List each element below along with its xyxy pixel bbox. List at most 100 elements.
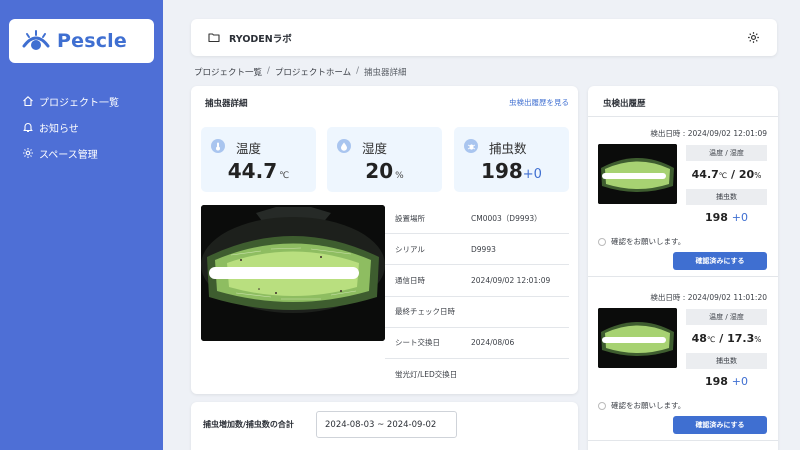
metric-value: 20% (327, 159, 442, 183)
trap-detail-card: 捕虫器詳細 虫検出履歴を見る 温度 44.7 ℃ 湿度 20% 捕虫数 198+0 (191, 86, 578, 394)
detection-history-card: 虫検出履歴 検出日時 : 2024/09/02 12:01:09 温度 / 湿度… (588, 86, 778, 450)
metric-label: 湿度 (362, 141, 388, 156)
history-camera-image[interactable] (598, 308, 677, 368)
temp-humidity-value: 48℃ / 17.3% (686, 332, 767, 345)
detection-timestamp: 検出日時 : 2024/09/02 11:01:20 (650, 293, 767, 302)
logo-text: Pescle (57, 30, 127, 52)
status-circle-icon (598, 401, 606, 410)
breadcrumb-current: 捕虫器詳細 (364, 68, 407, 78)
droplet-icon (337, 139, 351, 153)
history-item: 検出日時 : 2024/09/02 11:01:20 温度 / 湿度 48℃ /… (588, 281, 778, 441)
divider (588, 276, 778, 277)
metric-label: 捕虫数 (489, 141, 527, 156)
top-header: RYODENラボ (191, 19, 777, 56)
value-separator: / (727, 168, 739, 181)
info-row-comm-time: 通信日時 2024/09/02 12:01:09 (385, 265, 569, 297)
logo[interactable]: Pescle (9, 19, 154, 63)
history-title: 虫検出履歴 (603, 99, 646, 109)
project-title: RYODENラボ (229, 33, 292, 45)
insect-count-metric: 捕虫数 198+0 (454, 127, 569, 192)
count-delta: +0 (731, 375, 749, 388)
info-row-location: 設置場所 CM0003（D9993） (385, 203, 569, 235)
check-text: 確認をお願いします。 (611, 401, 686, 410)
info-key: 蛍光灯/LED交換日 (395, 370, 458, 380)
sidebar-item-label: プロジェクト一覧 (39, 97, 119, 109)
info-key: 通信日時 (395, 275, 425, 285)
count-delta: +0 (731, 211, 749, 224)
temp-humidity-label: 温度 / 湿度 (686, 309, 767, 325)
info-key: シリアル (395, 244, 425, 254)
breadcrumb-separator: / (356, 66, 360, 76)
card-title: 捕虫器詳細 (205, 99, 248, 109)
temp-unit: ℃ (718, 171, 728, 180)
metric-unit: ℃ (279, 171, 290, 181)
metric-label: 温度 (236, 141, 262, 156)
info-row-last-check: 最終チェック日時 (385, 297, 569, 328)
temperature-value: 44.7 (227, 159, 278, 183)
insect-summary-card: 捕虫増加数/捕虫数の合計 (191, 402, 578, 450)
count-number: 198 (704, 375, 728, 388)
sidebar-item-projects[interactable]: プロジェクト一覧 (22, 88, 119, 114)
check-status: 確認をお願いします。 (598, 236, 685, 247)
info-row-sheet-change: シート交換日 2024/08/06 (385, 328, 569, 359)
temperature-metric: 温度 44.7 ℃ (201, 127, 316, 192)
count-value: 198 (481, 159, 523, 183)
info-row-lamp-change: 蛍光灯/LED交換日 (385, 359, 569, 390)
gear-icon (23, 148, 33, 158)
info-value: CM0003（D9993） (471, 213, 542, 223)
count-value: 198 +0 (686, 211, 767, 224)
check-status: 確認をお願いします。 (598, 400, 685, 411)
eye-logo-icon (22, 30, 50, 50)
detection-timestamp: 検出日時 : 2024/09/02 12:01:09 (650, 129, 767, 138)
value-separator: / (715, 332, 728, 345)
thermometer-icon (211, 139, 225, 153)
status-circle-icon (598, 237, 606, 246)
temp-value: 48 (691, 332, 707, 345)
confirm-button[interactable]: 確認済みにする (673, 252, 767, 270)
date-range-input[interactable] (316, 411, 457, 438)
metric-value: 198+0 (454, 159, 569, 183)
temp-humidity-label: 温度 / 湿度 (686, 145, 767, 161)
humidity-unit: % (754, 335, 762, 344)
history-camera-image[interactable] (598, 144, 677, 204)
humidity-value: 17.3 (727, 332, 755, 345)
count-value: 198 +0 (686, 375, 767, 388)
bug-icon (464, 139, 478, 153)
sidebar-item-label: スペース管理 (39, 149, 98, 161)
trap-camera-image[interactable] (201, 205, 385, 341)
count-label: 捕虫数 (686, 189, 767, 205)
breadcrumb-project-home[interactable]: プロジェクトホーム (275, 66, 351, 78)
humidity-value: 20 (365, 159, 394, 183)
info-value: 2024/09/02 12:01:09 (471, 275, 551, 285)
metric-unit: % (395, 171, 404, 181)
sidebar-item-space-admin[interactable]: スペース管理 (22, 140, 119, 166)
trap-info-table: 設置場所 CM0003（D9993） シリアル D9993 通信日時 2024/… (385, 203, 569, 390)
info-value: D9993 (471, 244, 496, 254)
temp-humidity-value: 44.7℃ / 20% (686, 168, 767, 181)
check-text: 確認をお願いします。 (611, 237, 686, 246)
history-item: 検出日時 : 2024/09/02 12:01:09 温度 / 湿度 44.7℃… (588, 117, 778, 277)
bell-icon (23, 123, 33, 133)
sidebar-item-notices[interactable]: お知らせ (22, 114, 119, 140)
confirm-button[interactable]: 確認済みにする (673, 416, 767, 434)
sidebar-item-label: お知らせ (39, 123, 79, 135)
humidity-metric: 湿度 20% (327, 127, 442, 192)
breadcrumb-separator: / (267, 66, 270, 76)
breadcrumb: プロジェクト一覧 / プロジェクトホーム / 捕虫器詳細 (194, 66, 407, 78)
info-key: シート交換日 (395, 338, 440, 348)
humidity-unit: % (754, 171, 762, 180)
sidebar: Pescle プロジェクト一覧 お知らせ スペース管理 (0, 0, 163, 450)
home-icon (23, 96, 33, 107)
count-number: 198 (704, 211, 728, 224)
divider (588, 440, 778, 441)
count-label: 捕虫数 (686, 353, 767, 369)
breadcrumb-projects[interactable]: プロジェクト一覧 (194, 66, 262, 78)
summary-title: 捕虫増加数/捕虫数の合計 (203, 420, 294, 429)
detection-history-link[interactable]: 虫検出履歴を見る (509, 97, 569, 108)
temp-value: 44.7 (691, 168, 719, 181)
info-value: 2024/08/06 (471, 338, 515, 348)
humidity-value: 20 (738, 168, 755, 181)
info-key: 設置場所 (395, 213, 425, 223)
settings-gear-icon[interactable] (747, 31, 760, 44)
folder-icon (208, 33, 220, 43)
